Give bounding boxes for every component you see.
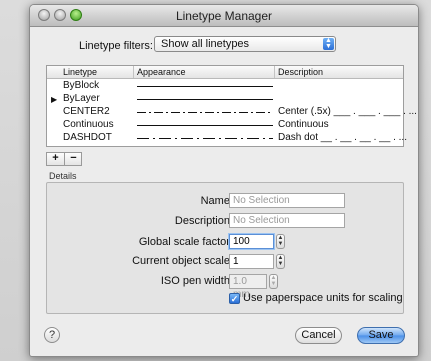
select-arrows-icon: ▲ ▼ — [323, 37, 334, 50]
help-button[interactable]: ? — [44, 327, 60, 343]
column-divider — [274, 66, 275, 78]
column-header-appearance[interactable]: Appearance — [137, 67, 186, 77]
linetype-filters-select[interactable]: Show all linetypes ▲ ▼ — [154, 36, 336, 52]
column-header-description[interactable]: Description — [278, 67, 323, 77]
linetype-preview — [137, 125, 273, 126]
linetype-table[interactable]: Linetype Appearance Description ByBlock … — [46, 65, 417, 147]
object-scale-input[interactable]: 1 — [229, 254, 274, 269]
cancel-button[interactable]: Cancel — [295, 327, 342, 344]
linetype-manager-dialog: Linetype Manager Linetype filters: Show … — [29, 4, 419, 357]
linetype-preview — [137, 86, 273, 87]
name-field[interactable]: No Selection — [229, 193, 345, 208]
add-remove-control: + − — [46, 152, 82, 166]
linetype-name: ByLayer — [63, 93, 100, 104]
desktop-background: Linetype Manager Linetype filters: Show … — [0, 0, 431, 361]
description-label: Description: — [174, 215, 233, 227]
iso-pen-width-arrows[interactable]: ▲ ▼ — [269, 274, 278, 289]
iso-pen-width-select[interactable]: 1.0 mm — [229, 274, 267, 300]
linetype-name: Continuous — [63, 119, 114, 130]
details-panel: Name: No Selection Description: No Selec… — [46, 182, 404, 314]
linetype-preview — [137, 138, 273, 139]
save-button[interactable]: Save — [357, 327, 405, 344]
window-title: Linetype Manager — [175, 9, 273, 23]
table-row[interactable]: CENTER2 Center (.5x) ___ . ___ . ___ . .… — [47, 106, 417, 119]
object-scale-stepper[interactable]: ▲ ▼ — [276, 254, 285, 269]
title-bar[interactable]: Linetype Manager — [30, 5, 418, 27]
remove-linetype-button[interactable]: − — [65, 153, 82, 165]
table-row[interactable]: ▶ ByLayer — [47, 93, 403, 106]
global-scale-label: Global scale factor: — [138, 236, 233, 248]
table-row[interactable]: DASHDOT Dash dot __ . __ . __ . __ . ... — [47, 132, 407, 145]
linetype-description: Center (.5x) ___ . ___ . ___ . ... — [278, 106, 417, 117]
global-scale-input[interactable]: 100 — [229, 234, 274, 249]
description-field[interactable]: No Selection — [229, 213, 345, 228]
iso-pen-width-label: ISO pen width: — [160, 275, 233, 287]
table-row[interactable]: ByBlock — [47, 80, 403, 93]
column-divider — [133, 66, 134, 78]
current-marker-icon: ▶ — [51, 95, 58, 104]
details-section-label: Details — [49, 171, 77, 181]
paperspace-units-label[interactable]: Use paperspace units for scaling — [243, 292, 403, 304]
table-row[interactable]: Continuous Continuous — [47, 119, 403, 132]
linetype-name: DASHDOT — [63, 132, 112, 143]
linetype-name: ByBlock — [63, 80, 100, 91]
linetype-preview — [137, 112, 273, 113]
linetype-description: Dash dot __ . __ . __ . __ . ... — [278, 132, 407, 143]
table-header: Linetype Appearance Description — [47, 66, 403, 79]
column-header-linetype[interactable]: Linetype — [63, 67, 97, 77]
linetype-description: Continuous — [278, 119, 329, 130]
add-linetype-button[interactable]: + — [47, 153, 64, 165]
linetype-filters-label: Linetype filters: — [79, 40, 153, 52]
linetype-preview — [137, 99, 273, 100]
paperspace-units-checkbox[interactable]: ✓ — [229, 293, 240, 304]
object-scale-label: Current object scale: — [132, 255, 233, 267]
linetype-filters-value: Show all linetypes — [161, 38, 250, 50]
linetype-name: CENTER2 — [63, 106, 110, 117]
global-scale-stepper[interactable]: ▲ ▼ — [276, 234, 285, 249]
